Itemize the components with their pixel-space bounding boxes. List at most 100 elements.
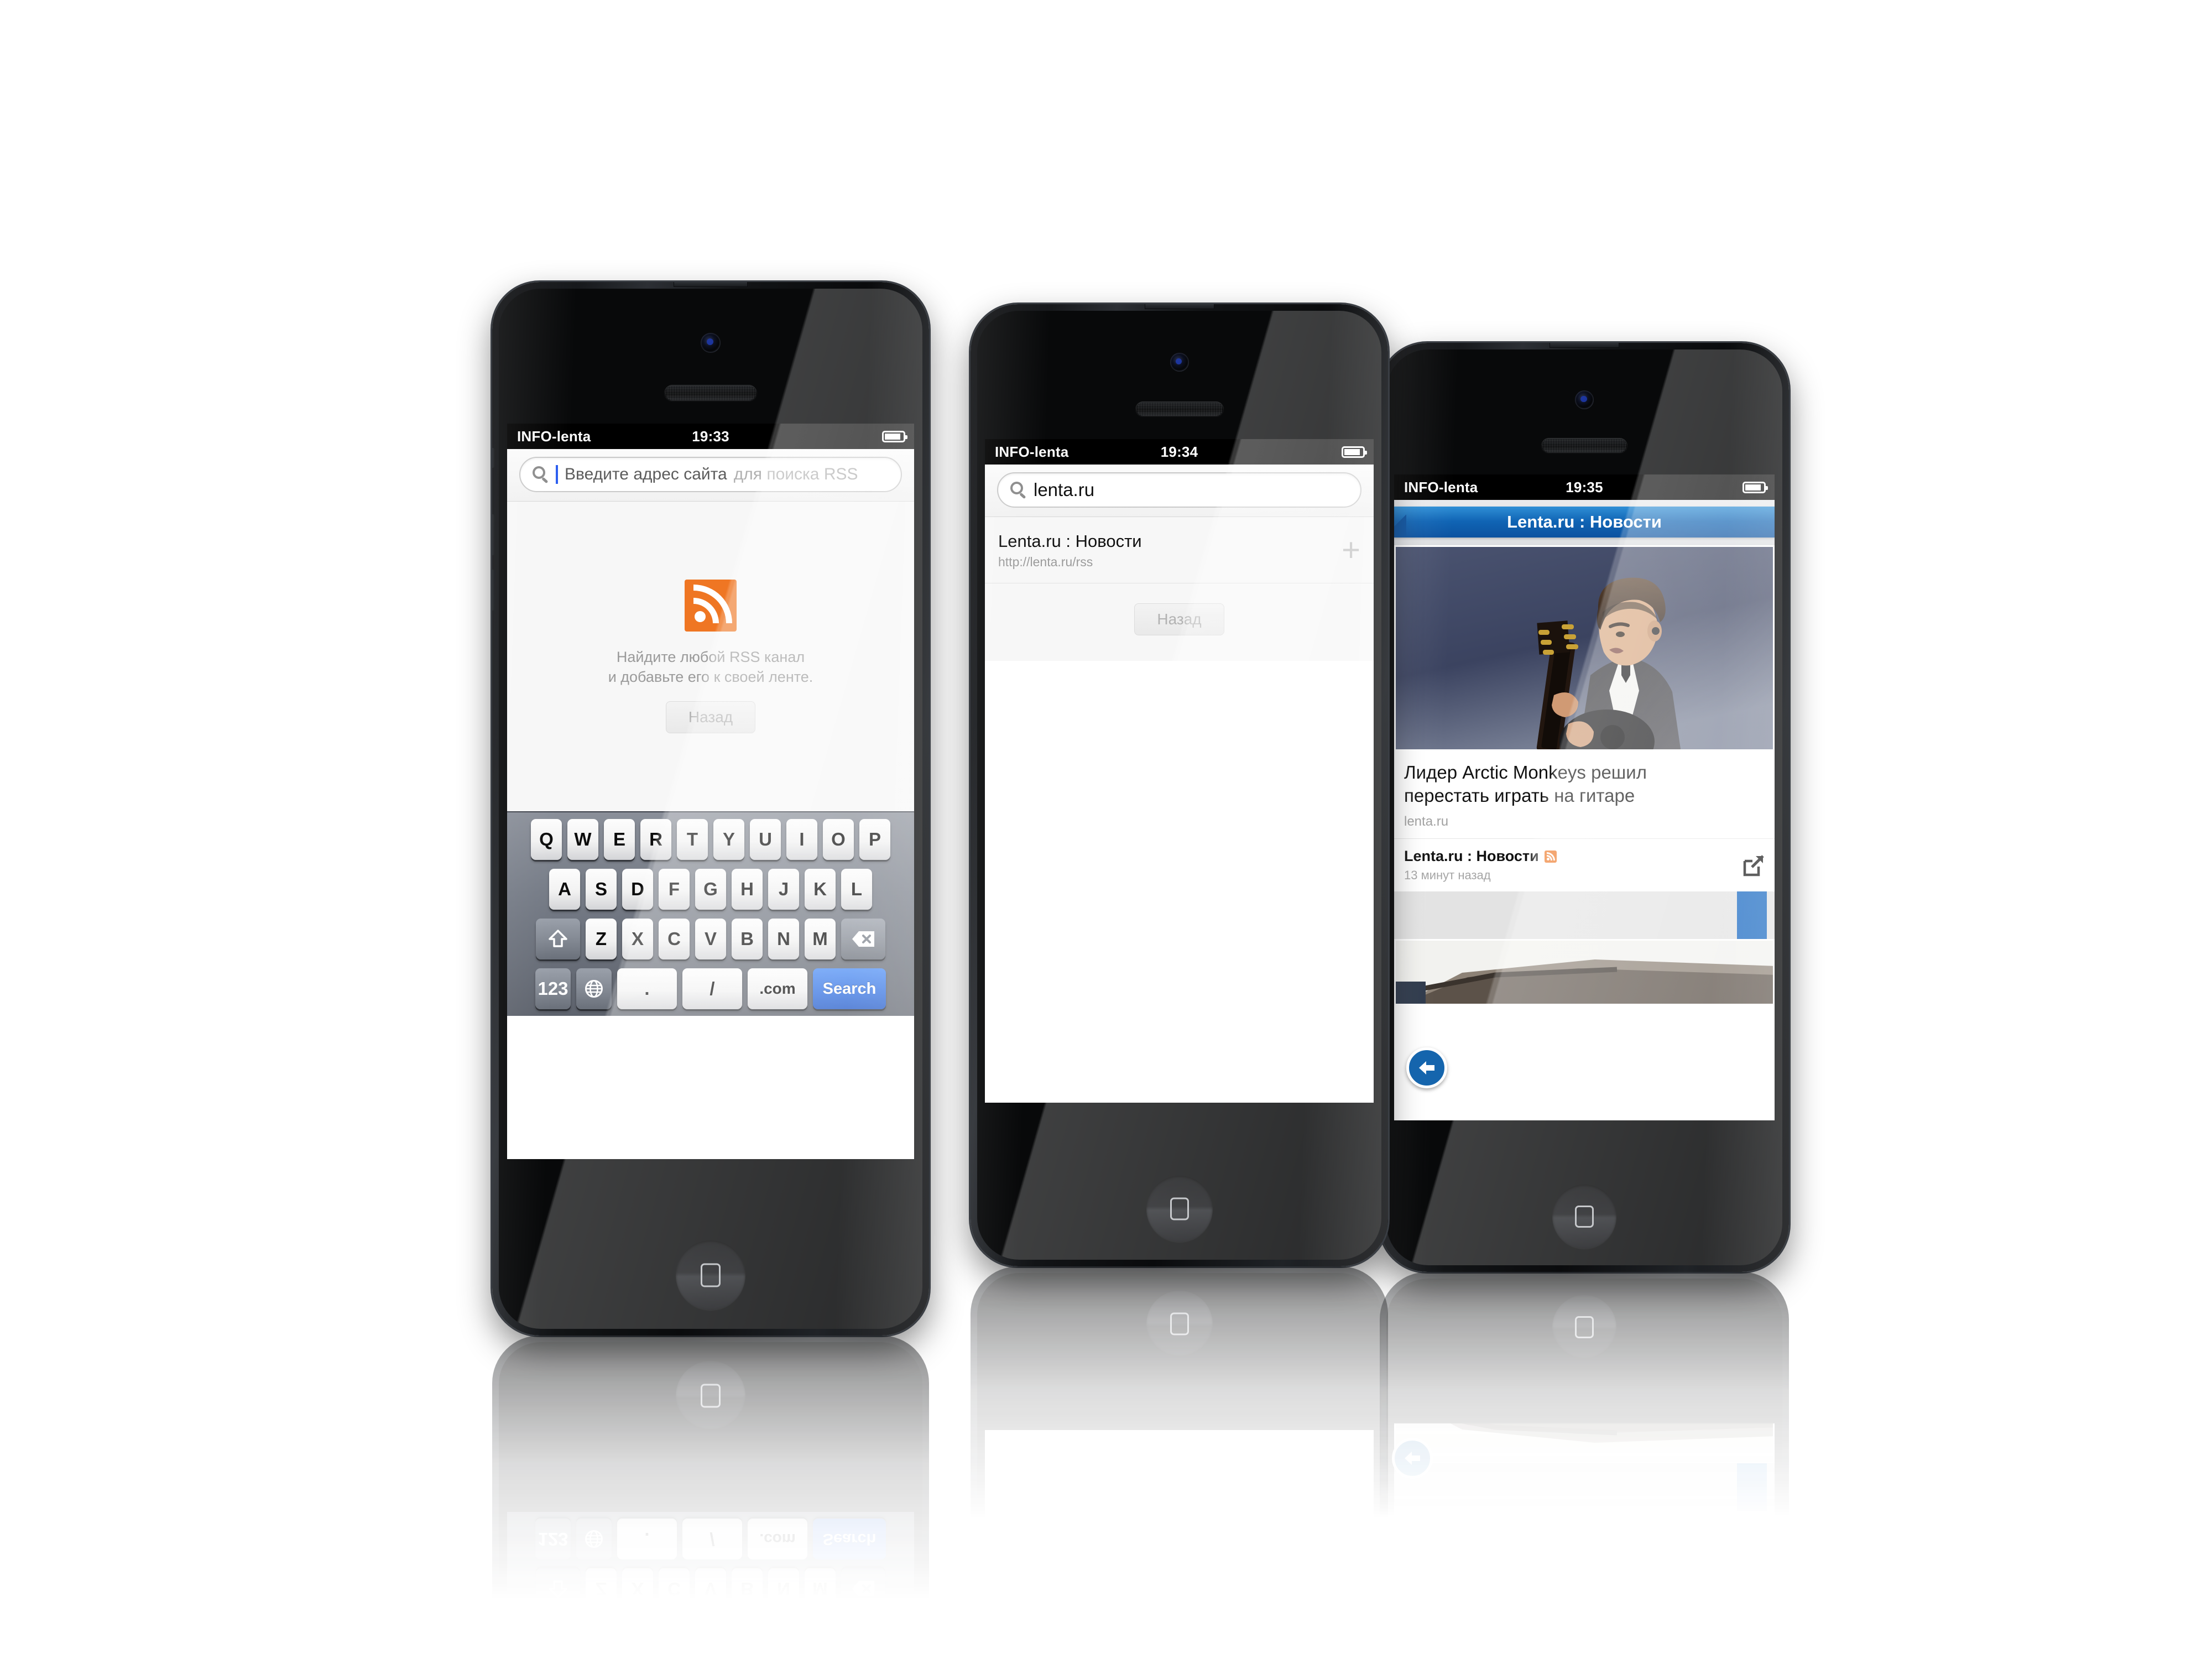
key-U[interactable]: U	[750, 819, 781, 860]
key-B[interactable]: B	[732, 919, 763, 959]
home-button[interactable]	[1552, 1185, 1616, 1249]
keyboard-row-1: Q W E R T Y U I O P	[512, 819, 910, 860]
result-url: http://lenta.ru/rss	[998, 555, 1093, 569]
mute-switch[interactable]	[492, 448, 494, 468]
phone2-search-area: lenta.ru	[985, 465, 1374, 517]
volume-up-button[interactable]	[492, 514, 494, 555]
slash-key[interactable]: /	[682, 968, 742, 1009]
feed-ribbon-title[interactable]: Lenta.ru : Новости	[1394, 507, 1775, 538]
key-R[interactable]: R	[640, 819, 671, 860]
phone1-top-nub	[674, 282, 747, 286]
phone2-screen: INFO-lenta 19:34 lenta.ru Lenta.ru : Нов…	[985, 439, 1374, 1103]
battery-icon	[882, 430, 907, 442]
front-camera-icon	[1575, 390, 1594, 409]
back-button[interactable]: Назад	[1134, 603, 1224, 635]
phone3-reflection	[1380, 1272, 1789, 1659]
dotcom-key[interactable]: .com	[748, 968, 807, 1009]
phone2-back-row: Назад	[985, 603, 1374, 635]
key-Y[interactable]: Y	[713, 819, 744, 860]
key-L[interactable]: L	[841, 869, 872, 910]
key-D[interactable]: D	[622, 869, 653, 910]
backspace-icon[interactable]	[841, 919, 885, 959]
back-button-fab[interactable]	[1406, 1047, 1447, 1088]
search-input-value: lenta.ru	[1034, 479, 1095, 500]
text-cursor	[556, 465, 558, 484]
article-title-line1: Лидер Arctic Monkeys решил	[1404, 762, 1647, 782]
key-S[interactable]: S	[586, 869, 617, 910]
empty-hint-line2: и добавьте его к своей ленте.	[608, 669, 813, 685]
article-text-block: Лидер Arctic Monkeys решил перестать игр…	[1394, 751, 1775, 838]
clock-label: 19:35	[1566, 478, 1603, 495]
earpiece-speaker	[1135, 401, 1224, 417]
phone2-top-nub	[1145, 304, 1214, 309]
search-input[interactable]: Введите адрес сайта для поиска RSS	[519, 457, 902, 492]
phone2-status-bar: INFO-lenta 19:34	[985, 439, 1374, 465]
phone1-screen: INFO-lenta 19:33 Введите адрес сайта для…	[507, 424, 914, 1159]
home-button[interactable]	[1146, 1176, 1213, 1242]
numbers-key[interactable]: 123	[535, 968, 571, 1009]
phone1-empty-state: Найдите любой RSS канал и добавьте его к…	[507, 502, 914, 811]
key-O[interactable]: O	[823, 819, 854, 860]
earpiece-speaker	[1541, 438, 1627, 453]
search-icon	[533, 466, 549, 483]
search-key[interactable]: Search	[813, 968, 886, 1009]
key-H[interactable]: H	[732, 869, 763, 910]
result-title: Lenta.ru : Новости	[998, 531, 1142, 551]
search-icon	[1010, 482, 1027, 499]
key-A[interactable]: A	[549, 869, 580, 910]
next-card-peek[interactable]	[1394, 891, 1775, 940]
key-M[interactable]: M	[805, 919, 836, 959]
external-link-icon[interactable]	[1743, 854, 1765, 877]
globe-icon[interactable]	[576, 968, 612, 1009]
search-placeholder-strong: Введите адрес сайта	[565, 465, 727, 483]
article-meta-row[interactable]: Lenta.ru : Новости 13 минут назад	[1394, 838, 1775, 891]
article-meta-left: Lenta.ru : Новости 13 минут назад	[1404, 848, 1557, 883]
feed-header: Lenta.ru : Новости	[1394, 500, 1775, 545]
article-card[interactable]: Лидер Arctic Monkeys решил перестать игр…	[1394, 545, 1775, 892]
home-button[interactable]	[676, 1240, 745, 1310]
add-feed-button[interactable]: +	[1342, 534, 1360, 566]
phone2-results-panel: Lenta.ru : Новости http://lenta.ru/rss +…	[985, 517, 1374, 1103]
phone2-empty-area	[985, 661, 1374, 1103]
shift-icon[interactable]	[536, 919, 580, 959]
key-T[interactable]: T	[677, 819, 708, 860]
next-card-photo	[1394, 939, 1775, 1006]
front-camera-icon	[1170, 353, 1189, 372]
article-photo	[1394, 545, 1775, 751]
phone3-screen: INFO-lenta 19:35 Lenta.ru : Новости Лиде…	[1394, 474, 1775, 1120]
key-F[interactable]: F	[659, 869, 690, 910]
feed-name-row: Lenta.ru : Новости	[1404, 848, 1557, 865]
search-input[interactable]: lenta.ru	[997, 472, 1361, 508]
back-button[interactable]: Назад	[665, 701, 756, 734]
result-text-block: Lenta.ru : Новости http://lenta.ru/rss	[998, 531, 1142, 570]
phone3-top-nub	[1550, 343, 1619, 347]
earpiece-speaker	[664, 385, 757, 401]
key-N[interactable]: N	[768, 919, 799, 959]
key-I[interactable]: I	[786, 819, 817, 860]
phone1-search-area: Введите адрес сайта для поиска RSS	[507, 449, 914, 502]
result-list-item[interactable]: Lenta.ru : Новости http://lenta.ru/rss +	[985, 517, 1374, 583]
key-P[interactable]: P	[859, 819, 890, 860]
back-arrow-icon	[1419, 1061, 1434, 1074]
key-C[interactable]: C	[659, 919, 690, 959]
article-time-ago: 13 минут назад	[1404, 868, 1491, 883]
key-V[interactable]: V	[695, 919, 726, 959]
phone-device-3: INFO-lenta 19:35 Lenta.ru : Новости Лиде…	[1380, 343, 1789, 1272]
key-W[interactable]: W	[567, 819, 598, 860]
key-Q[interactable]: Q	[531, 819, 562, 860]
onscreen-keyboard[interactable]: Q W E R T Y U I O P A S D F G H J K L Z …	[507, 811, 914, 1016]
phone-device-2: INFO-lenta 19:34 lenta.ru Lenta.ru : Нов…	[971, 304, 1388, 1266]
volume-down-button[interactable]	[492, 570, 494, 611]
phone3-status-bar: INFO-lenta 19:35	[1394, 474, 1775, 500]
phone1-reflection: QWER TYUI OP ASDF GHJKL ZXCV BNM	[492, 1335, 929, 1659]
key-E[interactable]: E	[604, 819, 635, 860]
key-Z[interactable]: Z	[586, 919, 617, 959]
key-J[interactable]: J	[768, 869, 799, 910]
keyboard-row-4: 123 . / .com Search	[512, 968, 910, 1009]
period-key[interactable]: .	[617, 968, 677, 1009]
key-X[interactable]: X	[622, 919, 653, 959]
keyboard-row-3: Z X C V B N M	[512, 919, 910, 959]
key-G[interactable]: G	[695, 869, 726, 910]
key-K[interactable]: K	[805, 869, 836, 910]
ribbon-label: Lenta.ru : Новости	[1507, 512, 1662, 531]
